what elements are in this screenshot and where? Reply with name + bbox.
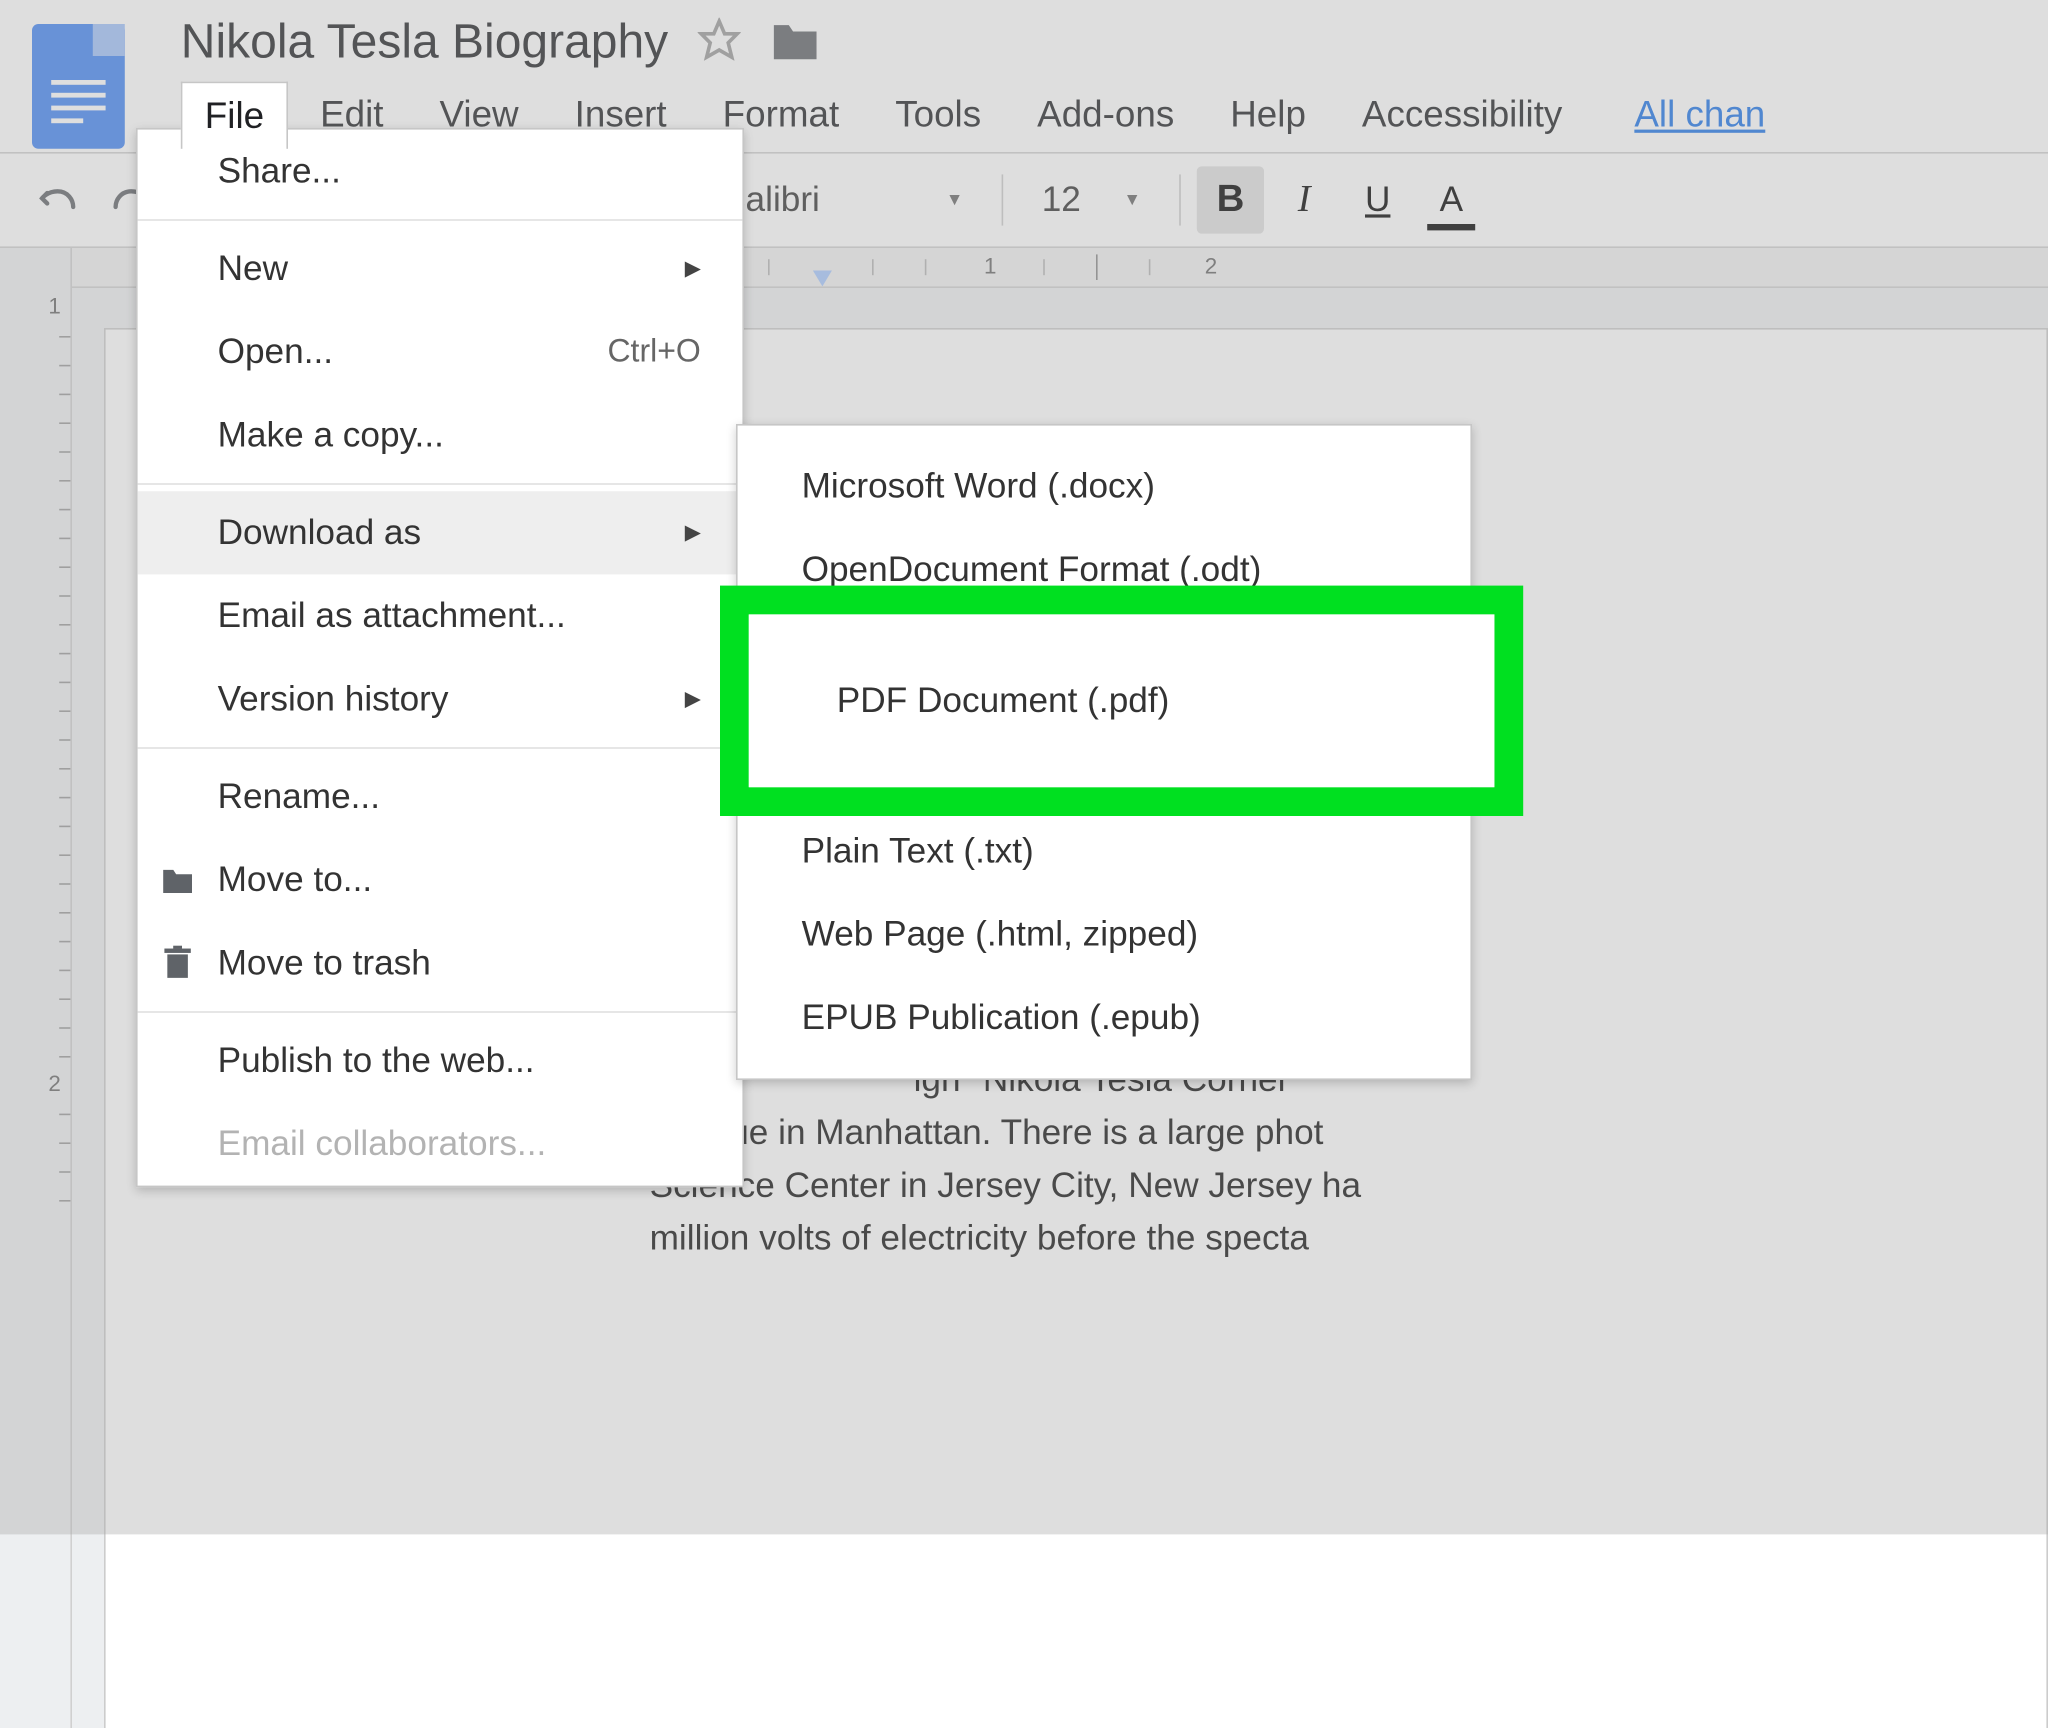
all-changes-link[interactable]: All chan	[1634, 93, 1765, 136]
file-menu-make-copy[interactable]: Make a copy...	[138, 394, 743, 477]
font-size-label: 12	[1042, 179, 1081, 221]
folder-icon[interactable]	[769, 17, 820, 70]
bold-button[interactable]: B	[1197, 166, 1264, 233]
file-menu-move-trash[interactable]: Move to trash	[138, 922, 743, 1005]
chevron-right-icon: ▶	[685, 686, 701, 712]
trash-icon	[157, 946, 199, 981]
file-menu-download-as[interactable]: Download as▶	[138, 491, 743, 574]
font-size-select[interactable]: 12▼	[1019, 166, 1163, 233]
file-menu-rename[interactable]: Rename...	[138, 755, 743, 838]
menu-tools[interactable]: Tools	[871, 80, 1005, 149]
menu-accessibility[interactable]: Accessibility	[1338, 80, 1586, 149]
undo-button[interactable]	[24, 166, 91, 233]
document-title[interactable]: Nikola Tesla Biography	[181, 16, 668, 70]
text-color-button[interactable]: A	[1418, 166, 1485, 233]
file-menu-publish-web[interactable]: Publish to the web...	[138, 1019, 743, 1102]
file-menu-email-collaborators: Email collaborators...	[138, 1102, 743, 1185]
submenu-html[interactable]: Web Page (.html, zipped)	[738, 893, 1471, 976]
file-menu-new[interactable]: New▶	[138, 227, 743, 310]
folder-icon	[157, 866, 199, 895]
indent-marker-icon[interactable]	[813, 270, 832, 286]
shortcut-label: Ctrl+O	[607, 334, 700, 371]
file-menu-dropdown: Share... New▶ Open...Ctrl+O Make a copy.…	[136, 128, 744, 1187]
italic-button[interactable]: I	[1271, 166, 1338, 233]
doc-text: Science Center in Jersey City, New Jerse…	[650, 1165, 1361, 1205]
submenu-odt[interactable]: OpenDocument Format (.odt)	[738, 528, 1471, 611]
submenu-pdf[interactable]: PDF Document (.pdf)	[749, 614, 1495, 787]
vertical-ruler: 1 2	[0, 248, 72, 1728]
file-menu-email-attachment[interactable]: Email as attachment...	[138, 574, 743, 657]
file-menu-open[interactable]: Open...Ctrl+O	[138, 310, 743, 393]
highlight-annotation: PDF Document (.pdf)	[720, 586, 1523, 816]
docs-logo-icon[interactable]	[32, 24, 125, 149]
underline-button[interactable]: U	[1344, 166, 1411, 233]
file-menu-version-history[interactable]: Version history▶	[138, 658, 743, 741]
menu-help[interactable]: Help	[1206, 80, 1330, 149]
submenu-docx[interactable]: Microsoft Word (.docx)	[738, 445, 1471, 528]
doc-text: million volts of electricity before the …	[650, 1218, 1309, 1258]
menu-file[interactable]: File	[181, 81, 288, 148]
file-menu-move-to[interactable]: Move to...	[138, 838, 743, 921]
submenu-txt[interactable]: Plain Text (.txt)	[738, 810, 1471, 893]
chevron-right-icon: ▶	[685, 520, 701, 546]
submenu-epub[interactable]: EPUB Publication (.epub)	[738, 976, 1471, 1059]
menu-addons[interactable]: Add-ons	[1013, 80, 1198, 149]
chevron-right-icon: ▶	[685, 256, 701, 282]
doc-text: Avenue in Manhattan. There is a large ph…	[650, 1112, 1324, 1152]
star-icon[interactable]	[697, 18, 740, 69]
